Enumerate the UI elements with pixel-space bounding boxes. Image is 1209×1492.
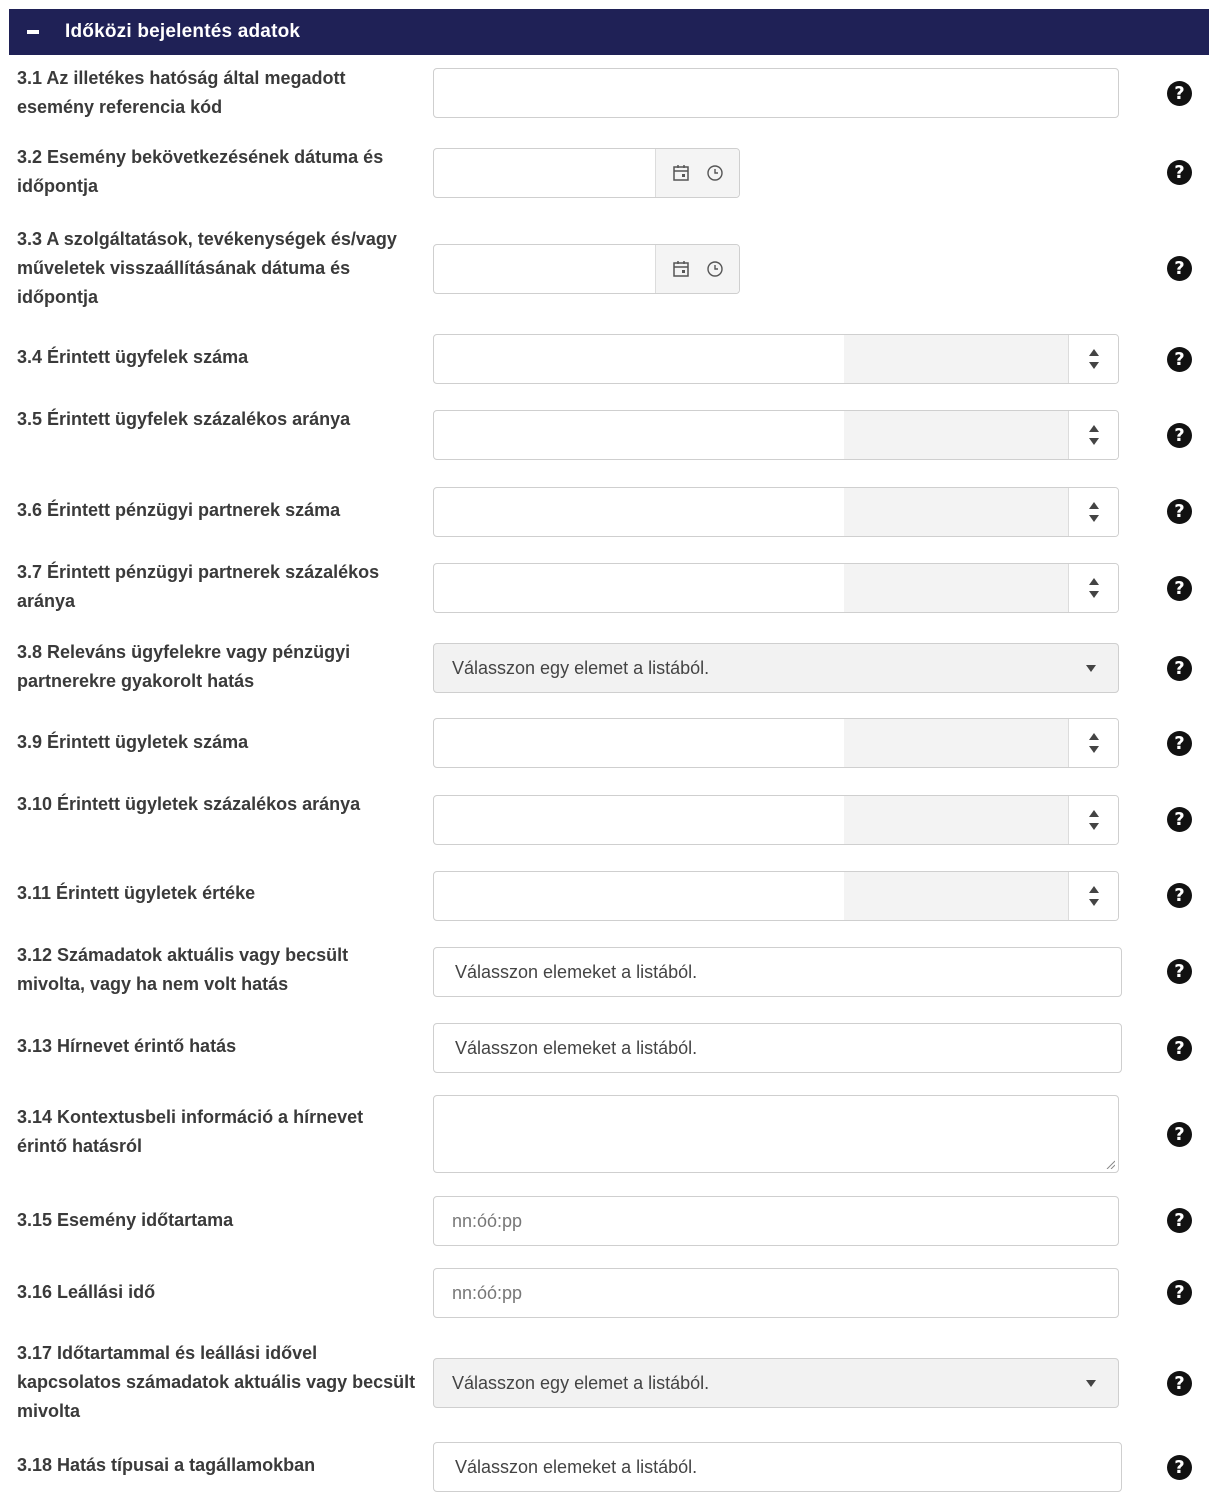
label-3-1: 3.1 Az illetékes hatóság által megadott … [17, 68, 346, 117]
label-3-18: 3.18 Hatás típusai a tagállamokban [17, 1455, 316, 1475]
help-icon[interactable]: ? [1167, 160, 1192, 185]
help-icon[interactable]: ? [1167, 1371, 1192, 1396]
number-spinner[interactable] [1068, 411, 1118, 459]
clock-icon[interactable] [705, 259, 725, 279]
event-datetime-input[interactable] [434, 149, 655, 197]
label-3-6: 3.6 Érintett pénzügyi partnerek száma [17, 500, 341, 520]
help-icon[interactable]: ? [1167, 423, 1192, 448]
affected-clients-count-input[interactable] [433, 334, 1119, 384]
help-icon[interactable]: ? [1167, 1280, 1192, 1305]
help-icon[interactable]: ? [1167, 731, 1192, 756]
figures-nature-multiselect[interactable]: Válasszon elemeket a listából. [433, 947, 1122, 997]
label-3-12: 3.12 Számadatok aktuális vagy becsült mi… [17, 945, 349, 994]
number-spinner[interactable] [1068, 872, 1118, 920]
duration-figures-select[interactable]: Válasszon egy elemet a listából. [433, 1358, 1119, 1408]
label-3-10: 3.10 Érintett ügyletek százalékos aránya [17, 794, 361, 814]
label-3-5: 3.5 Érintett ügyfelek százalékos aránya [17, 409, 351, 429]
label-3-8: 3.8 Releváns ügyfelekre vagy pénzügyi pa… [17, 642, 351, 691]
reference-code-input[interactable] [433, 68, 1119, 118]
help-icon[interactable]: ? [1167, 499, 1192, 524]
number-spinner[interactable] [1068, 719, 1118, 767]
number-spinner[interactable] [1068, 564, 1118, 612]
client-impact-select[interactable]: Válasszon egy elemet a listából. [433, 643, 1119, 693]
help-icon[interactable]: ? [1167, 576, 1192, 601]
restore-datetime-input[interactable] [434, 245, 655, 293]
restore-datetime-field[interactable] [433, 244, 740, 294]
number-spinner[interactable] [1068, 335, 1118, 383]
clock-icon[interactable] [705, 163, 725, 183]
reputational-impact-multiselect[interactable]: Válasszon elemeket a listából. [433, 1023, 1122, 1073]
label-3-13: 3.13 Hírnevet érintő hatás [17, 1036, 237, 1056]
label-3-9: 3.9 Érintett ügyletek száma [17, 732, 249, 752]
downtime-input[interactable]: nn:óó:pp [433, 1268, 1119, 1318]
reputational-context-textarea[interactable] [433, 1095, 1119, 1173]
help-icon[interactable]: ? [1167, 1455, 1192, 1480]
help-icon[interactable]: ? [1167, 883, 1192, 908]
event-duration-input[interactable]: nn:óó:pp [433, 1196, 1119, 1246]
label-3-11: 3.11 Érintett ügyletek értéke [17, 883, 256, 903]
calendar-icon[interactable] [671, 163, 691, 183]
label-3-3: 3.3 A szolgáltatások, tevékenységek és/v… [17, 229, 397, 307]
number-spinner[interactable] [1068, 488, 1118, 536]
help-icon[interactable]: ? [1167, 959, 1192, 984]
resize-grip-icon[interactable] [1105, 1159, 1115, 1169]
help-icon[interactable]: ? [1167, 1122, 1192, 1147]
number-spinner[interactable] [1068, 796, 1118, 844]
help-icon[interactable]: ? [1167, 1208, 1192, 1233]
label-3-14: 3.14 Kontextusbeli információ a hírnevet… [17, 1107, 364, 1156]
help-icon[interactable]: ? [1167, 1036, 1192, 1061]
help-icon[interactable]: ? [1167, 347, 1192, 372]
affected-partners-percent-input[interactable] [433, 563, 1119, 613]
label-3-4: 3.4 Érintett ügyfelek száma [17, 347, 249, 367]
affected-clients-percent-input[interactable] [433, 410, 1119, 460]
label-3-15: 3.15 Esemény időtartama [17, 1210, 234, 1230]
affected-transactions-count-input[interactable] [433, 718, 1119, 768]
label-3-16: 3.16 Leállási idő [17, 1282, 156, 1302]
chevron-down-icon [1086, 664, 1096, 672]
label-3-2: 3.2 Esemény bekövetkezésének dátuma és i… [17, 147, 384, 196]
help-icon[interactable]: ? [1167, 807, 1192, 832]
label-3-17: 3.17 Időtartammal és leállási idővel kap… [17, 1343, 416, 1421]
label-3-7: 3.7 Érintett pénzügyi partnerek százalék… [17, 562, 380, 611]
help-icon[interactable]: ? [1167, 81, 1192, 106]
section-header[interactable]: Időközi bejelentés adatok [9, 9, 1209, 55]
chevron-down-icon [1086, 1379, 1096, 1387]
help-icon[interactable]: ? [1167, 656, 1192, 681]
member-state-impact-multiselect[interactable]: Válasszon elemeket a listából. [433, 1442, 1122, 1492]
collapse-minus-icon[interactable] [27, 30, 39, 34]
affected-transactions-percent-input[interactable] [433, 795, 1119, 845]
affected-transactions-value-input[interactable] [433, 871, 1119, 921]
event-datetime-field[interactable] [433, 148, 740, 198]
calendar-icon[interactable] [671, 259, 691, 279]
help-icon[interactable]: ? [1167, 256, 1192, 281]
affected-partners-count-input[interactable] [433, 487, 1119, 537]
section-title: Időközi bejelentés adatok [65, 21, 301, 42]
